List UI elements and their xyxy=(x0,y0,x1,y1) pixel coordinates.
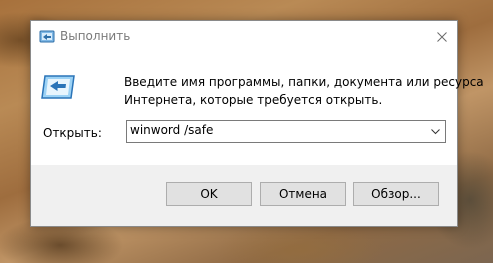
open-label: Открыть: xyxy=(43,126,102,140)
ok-button[interactable]: OK xyxy=(166,182,252,206)
cancel-button[interactable]: Отмена xyxy=(260,182,346,206)
browse-button[interactable]: Обзор... xyxy=(353,182,439,206)
description-line-2: Интернета, которые требуется открыть. xyxy=(124,93,383,107)
run-dialog: Выполнить Введите имя программы, папки, … xyxy=(30,20,484,227)
close-button[interactable] xyxy=(427,21,457,52)
open-input[interactable]: winword /safe xyxy=(130,123,213,137)
window-title: Выполнить xyxy=(60,29,131,43)
close-icon xyxy=(437,31,447,42)
dropdown-button[interactable] xyxy=(425,121,445,142)
run-dialog-icon xyxy=(41,73,77,101)
description: Введите имя программы, папки, документа … xyxy=(124,73,484,109)
chevron-down-icon xyxy=(430,128,440,134)
desktop-background: Выполнить Введите имя программы, папки, … xyxy=(0,0,493,263)
dialog-content: Введите имя программы, папки, документа … xyxy=(31,52,484,165)
run-icon xyxy=(39,29,55,43)
open-combobox[interactable]: winword /safe xyxy=(126,120,446,143)
description-line-1: Введите имя программы, папки, документа … xyxy=(124,75,484,89)
title-bar: Выполнить xyxy=(31,21,457,52)
